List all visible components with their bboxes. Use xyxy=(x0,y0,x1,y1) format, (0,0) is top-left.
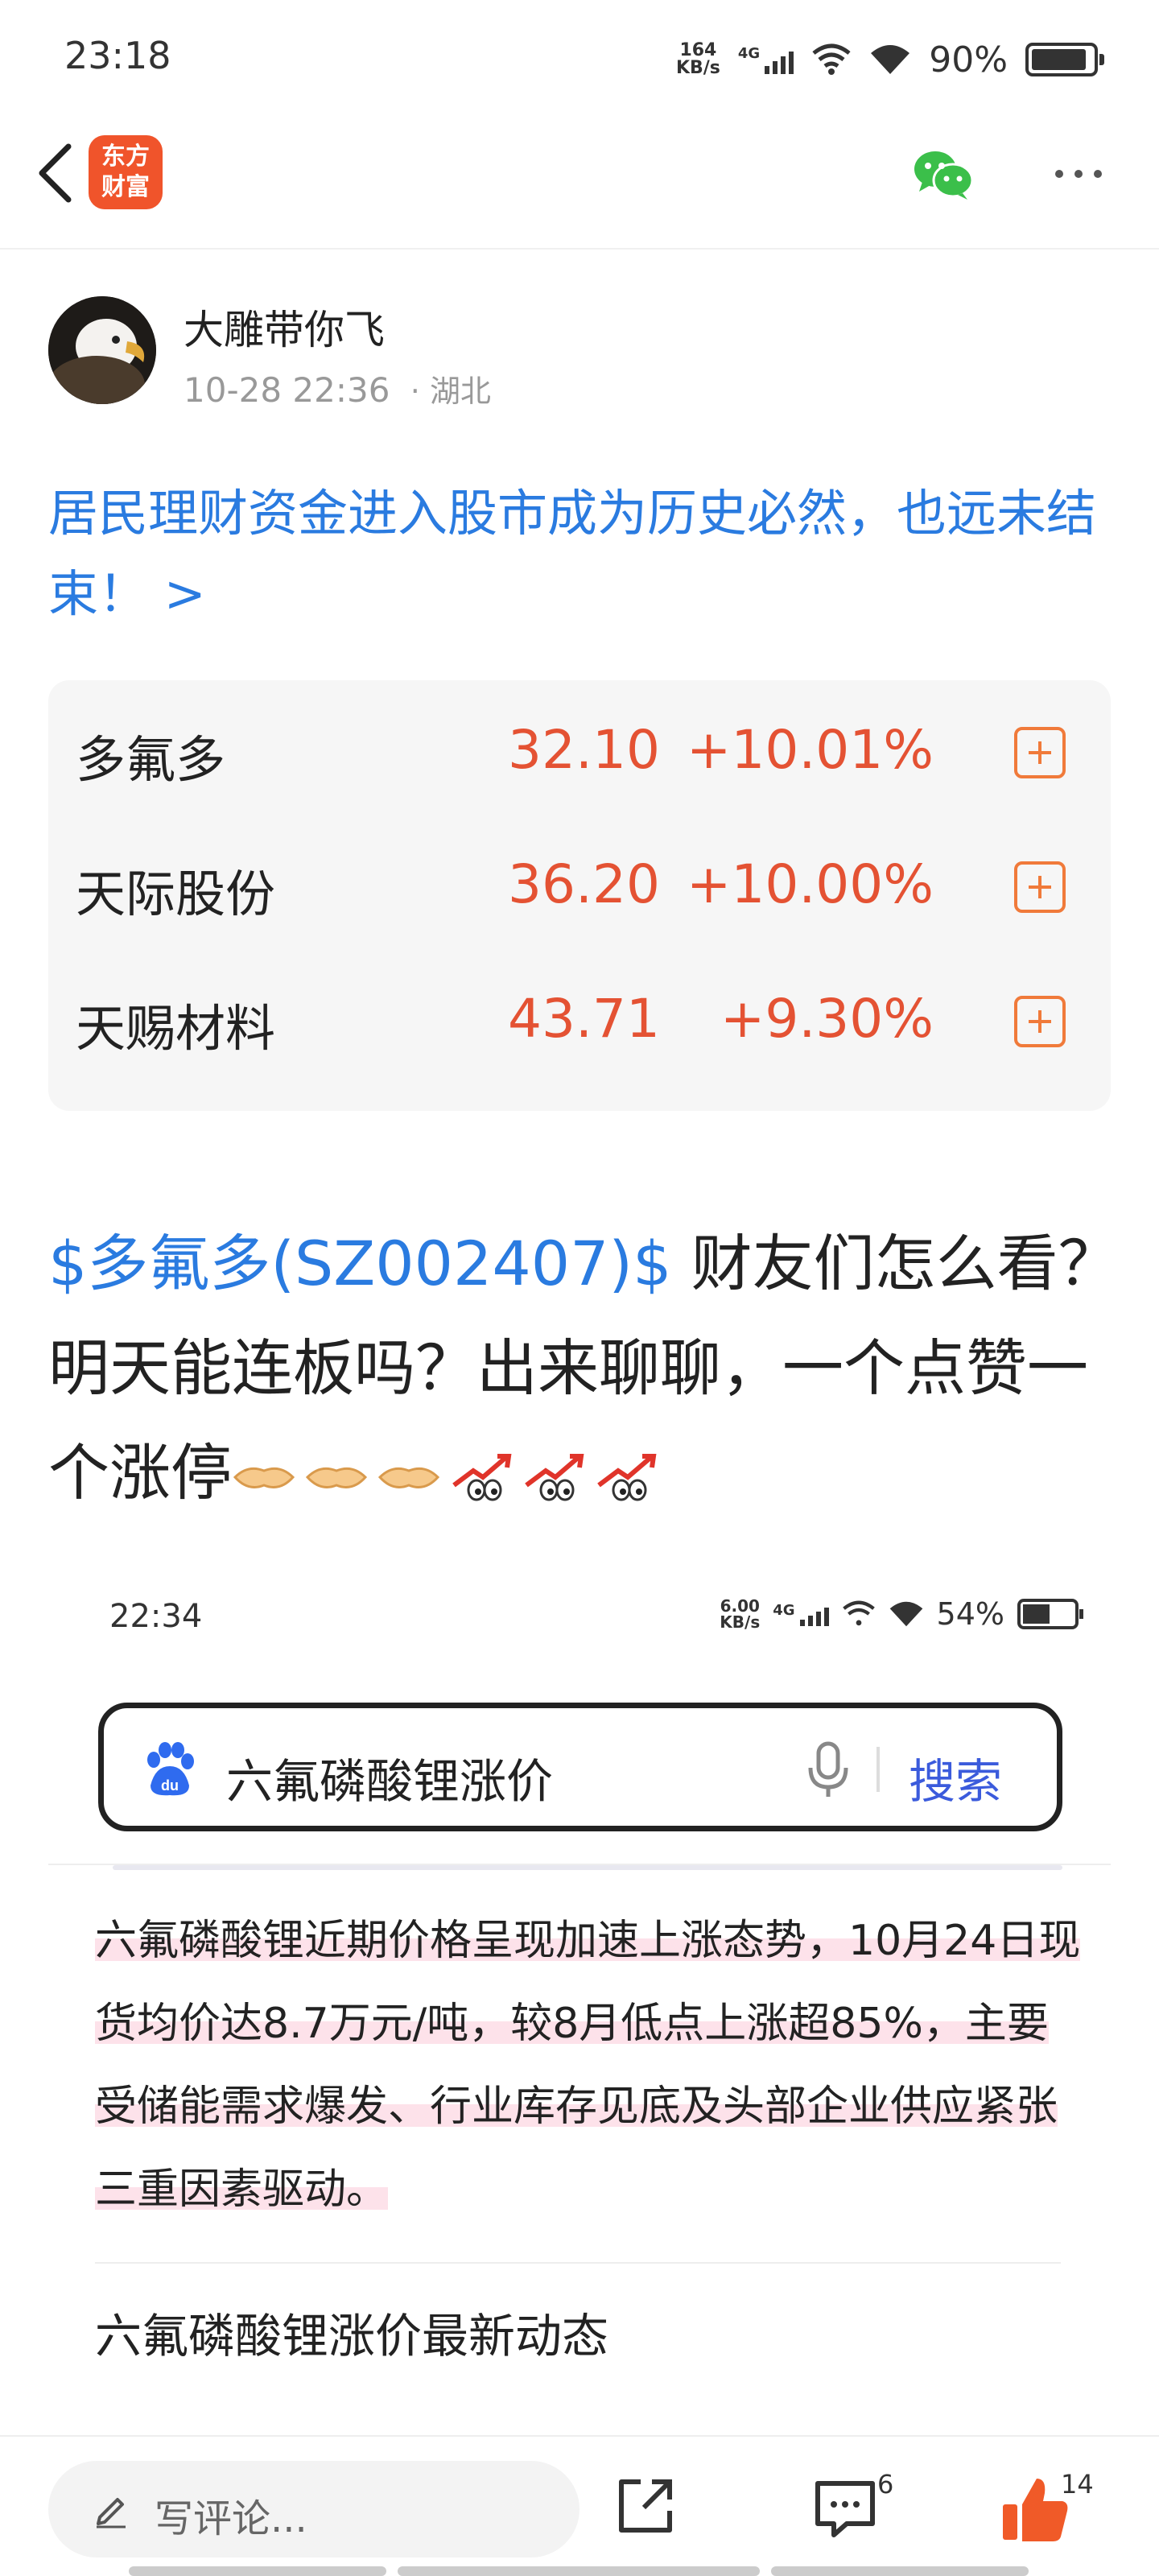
net-speed-unit: KB/s xyxy=(675,58,720,78)
more-dot-icon xyxy=(1055,170,1063,178)
stock-row[interactable]: 天赐材料 43.71 +9.30% xyxy=(48,972,1111,1060)
embedded-battery-percent: 54% xyxy=(936,1596,1004,1632)
stock-row[interactable]: 多氟多 32.10 +10.01% xyxy=(48,703,1111,791)
stock-row[interactable]: 天际股份 36.20 +10.00% xyxy=(48,837,1111,926)
post-location: · 湖北 xyxy=(410,374,491,409)
rising-chart-eyes-emoji-icon xyxy=(452,1454,512,1501)
back-button[interactable] xyxy=(24,137,97,209)
stock-price: 36.20 xyxy=(508,853,660,915)
add-watchlist-button[interactable] xyxy=(1014,861,1066,913)
net-speed: 164 KB/s xyxy=(676,42,720,77)
cellular-signal-icon: 4G xyxy=(738,45,794,74)
stock-change: +9.30% xyxy=(720,988,934,1050)
pencil-icon xyxy=(97,2498,126,2529)
embedded-battery-icon xyxy=(1017,1599,1083,1629)
embedded-wifi-icon xyxy=(889,1601,922,1627)
embedded-answer-paragraph: 六氟磷酸锂近期价格呈现加速上涨态势，10月24日现货均价达8.7万元/吨，较8月… xyxy=(95,1900,1085,2231)
stock-change: +10.01% xyxy=(687,719,934,781)
status-bar: 23:18 164 KB/s 4G 90% xyxy=(0,0,1159,121)
add-watchlist-button[interactable] xyxy=(1014,996,1066,1047)
logo-line2: 财富 xyxy=(101,173,150,201)
stock-name: 多氟多 xyxy=(76,730,226,789)
embedded-search-box: du 六氟磷酸锂涨价 搜索 xyxy=(98,1703,1062,1831)
bottom-action-bar: 写评论... 6 14 xyxy=(0,2435,1159,2576)
related-stocks-card: 多氟多 32.10 +10.01% 天际股份 36.20 +10.00% 天赐材… xyxy=(48,680,1111,1111)
share-icon[interactable] xyxy=(612,2472,679,2540)
battery-level xyxy=(1032,49,1086,70)
handshake-emoji-icon xyxy=(233,1467,295,1488)
embedded-cellular-icon: 4G xyxy=(773,1602,829,1626)
stock-price: 43.71 xyxy=(508,988,660,1050)
embedded-battery-level xyxy=(1023,1604,1050,1624)
wechat-share-icon[interactable] xyxy=(911,147,975,203)
comment-placeholder: 写评论... xyxy=(155,2496,307,2541)
embedded-signal-label: 4G xyxy=(773,1602,795,1619)
stock-name: 天赐材料 xyxy=(76,999,276,1058)
comment-count: 6 xyxy=(877,2469,894,2500)
comment-input[interactable]: 写评论... xyxy=(48,2461,580,2557)
logo-line1: 东方 xyxy=(101,142,150,171)
embedded-section-heading: 六氟磷酸锂涨价最新动态 xyxy=(95,2309,609,2363)
embedded-status-time: 22:34 xyxy=(109,1598,203,1635)
stock-name: 天际股份 xyxy=(76,865,276,923)
embedded-search-query: 六氟磷酸锂涨价 xyxy=(226,1754,554,1809)
post-meta: 10-28 22:36 · 湖北 xyxy=(184,366,491,411)
battery-icon xyxy=(1025,43,1104,76)
comment-icon[interactable] xyxy=(811,2477,879,2541)
post-date: 10-28 22:36 xyxy=(184,370,390,410)
home-indicator xyxy=(398,2566,760,2576)
handshake-emoji-icon xyxy=(305,1467,368,1488)
divider xyxy=(95,2262,1061,2264)
eagle-avatar-icon xyxy=(48,296,156,404)
thumbs-up-icon[interactable] xyxy=(998,2472,1070,2545)
embedded-net-speed-value: 6.00 xyxy=(720,1596,760,1616)
embedded-search-button: 搜索 xyxy=(909,1754,1003,1809)
home-indicator xyxy=(129,2566,386,2576)
search-divider xyxy=(876,1747,880,1792)
app-logo[interactable]: 东方 财富 xyxy=(89,135,163,209)
stock-price: 32.10 xyxy=(508,719,660,781)
embedded-answer-text: 六氟磷酸锂近期价格呈现加速上涨态势，10月24日现货均价达8.7万元/吨，较8月… xyxy=(95,1917,1081,2214)
author-name[interactable]: 大雕带你飞 xyxy=(184,298,385,356)
home-indicator xyxy=(771,2566,1029,2576)
embedded-wifi-signal-icon xyxy=(842,1600,875,1626)
signal-label: 4G xyxy=(737,45,761,62)
embedded-net-speed: 6.00 KB/s xyxy=(720,1598,760,1630)
nav-bar: 东方 财富 xyxy=(0,121,1159,250)
like-count: 14 xyxy=(1061,2469,1094,2500)
status-time: 23:18 xyxy=(64,34,171,77)
author-avatar[interactable] xyxy=(48,296,156,404)
net-speed-value: 164 xyxy=(679,40,717,60)
divider xyxy=(113,1865,1062,1870)
wifi-signal-icon xyxy=(812,43,851,75)
handshake-emoji-icon xyxy=(377,1467,440,1488)
stock-change: +10.00% xyxy=(687,853,934,915)
more-dot-icon xyxy=(1094,170,1102,178)
more-dot-icon xyxy=(1074,170,1083,178)
stock-tag-link[interactable]: $多氟多(SZ002407)$ xyxy=(48,1228,671,1299)
baidu-paw-icon: du xyxy=(147,1742,194,1796)
embedded-net-speed-unit: KB/s xyxy=(720,1612,761,1632)
post-body: $多氟多(SZ002407)$ 财友们怎么看？明天能连板吗？出来聊聊，一个点赞一… xyxy=(48,1212,1127,1525)
rising-chart-eyes-emoji-icon xyxy=(525,1454,584,1501)
rising-chart-eyes-emoji-icon xyxy=(597,1454,657,1501)
battery-percent: 90% xyxy=(929,39,1008,80)
microphone-icon xyxy=(808,1741,848,1797)
more-options-button[interactable] xyxy=(1046,150,1111,198)
embedded-status-icons: 6.00 KB/s 4G 54% xyxy=(720,1596,1083,1632)
svg-text:du: du xyxy=(161,1777,179,1794)
embedded-screenshot-image[interactable]: 22:34 6.00 KB/s 4G 54% du 六氟磷酸锂涨价 搜索 六氟磷… xyxy=(48,1590,1111,2435)
wifi-icon xyxy=(871,45,910,74)
status-icons: 164 KB/s 4G 90% xyxy=(676,34,1104,85)
post-title-link[interactable]: 居民理财资金进入股市成为历史必然，也远未结束！ > xyxy=(48,473,1119,634)
add-watchlist-button[interactable] xyxy=(1014,727,1066,778)
